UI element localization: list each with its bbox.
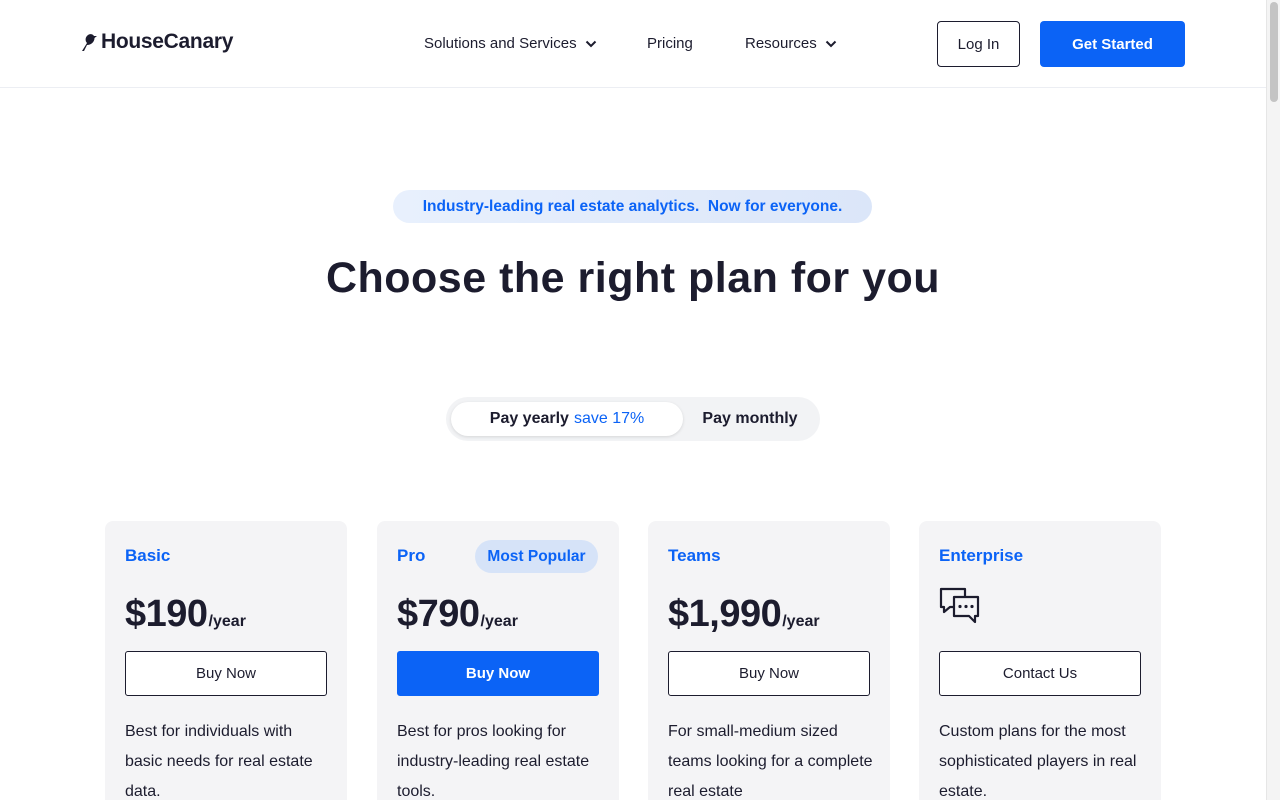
chat-bubbles-icon — [939, 587, 980, 624]
nav-label: Resources — [745, 35, 817, 52]
plan-card-enterprise: Enterprise Contact Us Custom plans for t… — [919, 521, 1161, 800]
billing-toggle: Pay yearly save 17% Pay monthly — [446, 397, 820, 441]
save-percent-label: save 17% — [573, 410, 645, 427]
nav-label: Solutions and Services — [424, 35, 577, 52]
plan-price: $790 /year — [397, 593, 518, 636]
nav-label: Pricing — [647, 35, 693, 52]
page-scrollbar[interactable] — [1266, 0, 1280, 800]
plan-price: $1,990 /year — [668, 593, 820, 636]
plan-price: $190 /year — [125, 593, 246, 636]
login-button[interactable]: Log In — [937, 21, 1020, 67]
plan-name: Enterprise — [939, 546, 1024, 565]
price-period: /year — [480, 613, 518, 630]
price-amount: $1,990 — [668, 593, 782, 635]
tagline-pill: Industry-leading real estate analytics. … — [393, 190, 872, 223]
buy-now-button[interactable]: Buy Now — [125, 651, 327, 696]
buy-now-button[interactable]: Buy Now — [397, 651, 599, 696]
scrollbar-thumb[interactable] — [1270, 2, 1278, 102]
pay-yearly-option[interactable]: Pay yearly save 17% — [451, 402, 683, 436]
plan-description: Custom plans for the most sophisticated … — [939, 723, 1137, 800]
price-period: /year — [208, 613, 246, 630]
plan-name: Pro — [397, 546, 426, 565]
pay-monthly-option[interactable]: Pay monthly — [683, 402, 817, 436]
price-amount: $790 — [397, 593, 480, 635]
nav-resources[interactable]: Resources — [745, 35, 837, 52]
plan-card-teams: Teams $1,990 /year Buy Now For small-med… — [648, 521, 890, 800]
chevron-down-icon — [825, 40, 836, 47]
plan-name: Basic — [125, 546, 171, 565]
nav-pricing[interactable]: Pricing — [647, 35, 693, 52]
logo-text: HouseCanary — [101, 30, 234, 53]
plan-name: Teams — [668, 546, 721, 565]
chevron-down-icon — [585, 40, 596, 47]
site-header: HouseCanary Solutions and Services Prici… — [0, 0, 1266, 88]
plan-card-pro: Pro Most Popular $790 /year Buy Now Best… — [377, 521, 619, 800]
plan-card-basic: Basic $190 /year Buy Now Best for indivi… — [105, 521, 347, 800]
page-title: Choose the right plan for you — [325, 254, 941, 302]
housecanary-logo[interactable]: HouseCanary — [80, 30, 233, 54]
price-period: /year — [782, 613, 820, 630]
get-started-button[interactable]: Get Started — [1040, 21, 1185, 67]
buy-now-button[interactable]: Buy Now — [668, 651, 870, 696]
bird-logo-icon — [82, 34, 97, 51]
contact-us-button[interactable]: Contact Us — [939, 651, 1141, 696]
plan-description: Best for individuals with basic needs fo… — [125, 723, 313, 800]
most-popular-badge: Most Popular — [475, 540, 598, 573]
plan-description: Best for pros looking for industry-leadi… — [397, 723, 590, 800]
pay-yearly-label: Pay yearly — [489, 410, 569, 427]
plan-description: For small-medium sized teams looking for… — [668, 723, 873, 800]
nav-solutions-and-services[interactable]: Solutions and Services — [424, 35, 597, 52]
price-amount: $190 — [125, 593, 208, 635]
